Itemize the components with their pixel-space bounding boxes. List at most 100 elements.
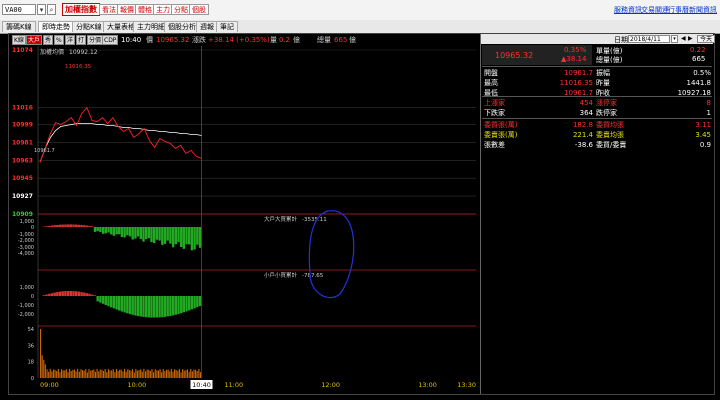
tab-stock-analysis[interactable]: 個股分析: [164, 21, 200, 32]
panel-stat-label: 委買均張: [596, 121, 624, 129]
intraday-chart[interactable]: 11074 11016 10999 10981 10963 10945 10927 10909…: [10, 46, 476, 394]
big-trader-bar: [101, 227, 105, 234]
today-button[interactable]: 今天: [697, 35, 716, 43]
small-trader-bar: [101, 296, 105, 304]
panel-stat-label: 最高: [484, 79, 498, 87]
small-trader-bar: [45, 294, 48, 296]
volume-bar: [90, 370, 92, 378]
big-trader-axis-label: 0: [31, 225, 34, 231]
link-news[interactable]: 新聞資訊: [689, 5, 717, 15]
big-trader-bar: [171, 227, 175, 248]
volume-bar: [75, 371, 77, 378]
big-trader-bar: [83, 225, 86, 227]
symbol-input[interactable]: VA00: [2, 4, 36, 15]
small-trader-bar: [42, 295, 46, 296]
panel-stat-value: 3.11: [695, 121, 711, 129]
volume-bar: [70, 371, 72, 378]
small-trader-bar: [193, 296, 196, 309]
price-label: 價: [146, 36, 153, 44]
small-trader-bar: [107, 296, 110, 307]
volume-bar: [191, 371, 193, 378]
volume-bar: [167, 369, 169, 378]
big-trader-bar: [182, 227, 185, 249]
big-trader-bar: [158, 227, 161, 241]
small-trader-bar: [155, 296, 159, 318]
volume-bar: [54, 369, 56, 378]
big-trader-bar: [147, 227, 151, 239]
volume-bar: [83, 370, 85, 378]
kline-button[interactable]: K線: [12, 35, 26, 45]
big-trader-bar: [193, 227, 196, 250]
small-trader-bar: [147, 296, 151, 318]
link-service-info[interactable]: 服務資訊: [614, 5, 642, 15]
price-dist-button[interactable]: 分價: [87, 35, 104, 45]
volume-bar: [101, 369, 103, 378]
dropdown-arrow-icon[interactable]: ▾: [37, 4, 46, 15]
show-button[interactable]: 秀: [43, 35, 54, 45]
percent-button[interactable]: %: [54, 35, 64, 45]
big-trader-bar: [77, 224, 81, 227]
big-trader-bar: [56, 225, 59, 227]
small-trader-bar: [134, 296, 137, 316]
volume-bar: [41, 355, 43, 378]
bigtrader-button[interactable]: 大戶: [26, 35, 43, 45]
volume-bar: [178, 369, 181, 378]
panel-stat-value: 11016.35: [559, 79, 593, 87]
big-trader-bar: [115, 227, 118, 235]
link-trade-related[interactable]: 交易關連: [641, 5, 669, 15]
volume-bar: [85, 369, 87, 378]
main-force-button[interactable]: 主力: [153, 4, 173, 15]
tab-branch-kline[interactable]: 分點K線: [72, 21, 106, 32]
small-trader-bar: [91, 294, 94, 296]
branch-button[interactable]: 分點: [171, 4, 191, 15]
panel-stat-label: 下跌家: [484, 109, 505, 117]
quote-button[interactable]: 報價: [117, 4, 137, 15]
big-trader-bar: [85, 225, 89, 227]
change-label: 漲跌: [192, 36, 206, 44]
search-icon[interactable]: ⌕: [47, 4, 56, 15]
tab-realtime[interactable]: 即時走勢: [38, 21, 74, 32]
price-axis-label: 10945: [12, 175, 33, 182]
small-trader-bar: [61, 291, 64, 296]
format-button[interactable]: 體格: [135, 4, 155, 15]
small-trader-bar: [177, 296, 180, 314]
volume-bar: [65, 369, 67, 378]
cdp-button[interactable]: CDP: [102, 35, 119, 45]
volume-bar: [112, 369, 114, 378]
calendar-dropdown-icon[interactable]: ▾: [671, 35, 678, 43]
price-value: 10965.32: [156, 36, 190, 44]
small-trader-bar: [48, 293, 51, 296]
volume-bar: [157, 370, 160, 378]
big-trader-bar: [75, 224, 78, 227]
panel-stat-label: 振幅: [596, 69, 610, 77]
prev-date-button[interactable]: ◀: [681, 35, 686, 42]
big-trader-bar: [185, 227, 188, 245]
volume-axis-label: 36: [28, 343, 34, 349]
volume-bar: [159, 369, 161, 378]
tab-notes[interactable]: 筆記: [216, 21, 238, 32]
volume-label: 量: [270, 36, 277, 44]
big-trader-bar: [80, 225, 83, 227]
small-trader-bar: [174, 296, 177, 315]
panel-stat-value: 0.9: [699, 141, 711, 149]
view-button[interactable]: 看法: [99, 4, 119, 15]
date-input[interactable]: 2018/4/11: [628, 35, 670, 43]
small-trader-bar: [112, 296, 116, 309]
big-trader-bar: [58, 224, 62, 227]
volume-bar: [46, 369, 48, 378]
tab-chip-kline[interactable]: 籌碼K線: [2, 21, 36, 32]
volume-bar: [127, 369, 129, 378]
tab-weekly[interactable]: 週報: [196, 21, 218, 32]
hit-button[interactable]: 打: [76, 35, 87, 45]
stock-button[interactable]: 個股: [189, 4, 209, 15]
foreign-button[interactable]: 洋: [65, 35, 76, 45]
small-trader-bar: [66, 291, 70, 296]
volume-bar: [57, 369, 59, 378]
panel-stat-value: 182.8: [572, 121, 593, 129]
volume-bar: [62, 370, 64, 378]
big-trader-bar: [88, 225, 91, 227]
link-calendar[interactable]: 行事曆: [668, 5, 689, 15]
big-trader-bar: [163, 227, 167, 244]
next-date-button[interactable]: ▶: [688, 35, 693, 42]
panel-stat-value: 10961.7: [564, 69, 593, 77]
